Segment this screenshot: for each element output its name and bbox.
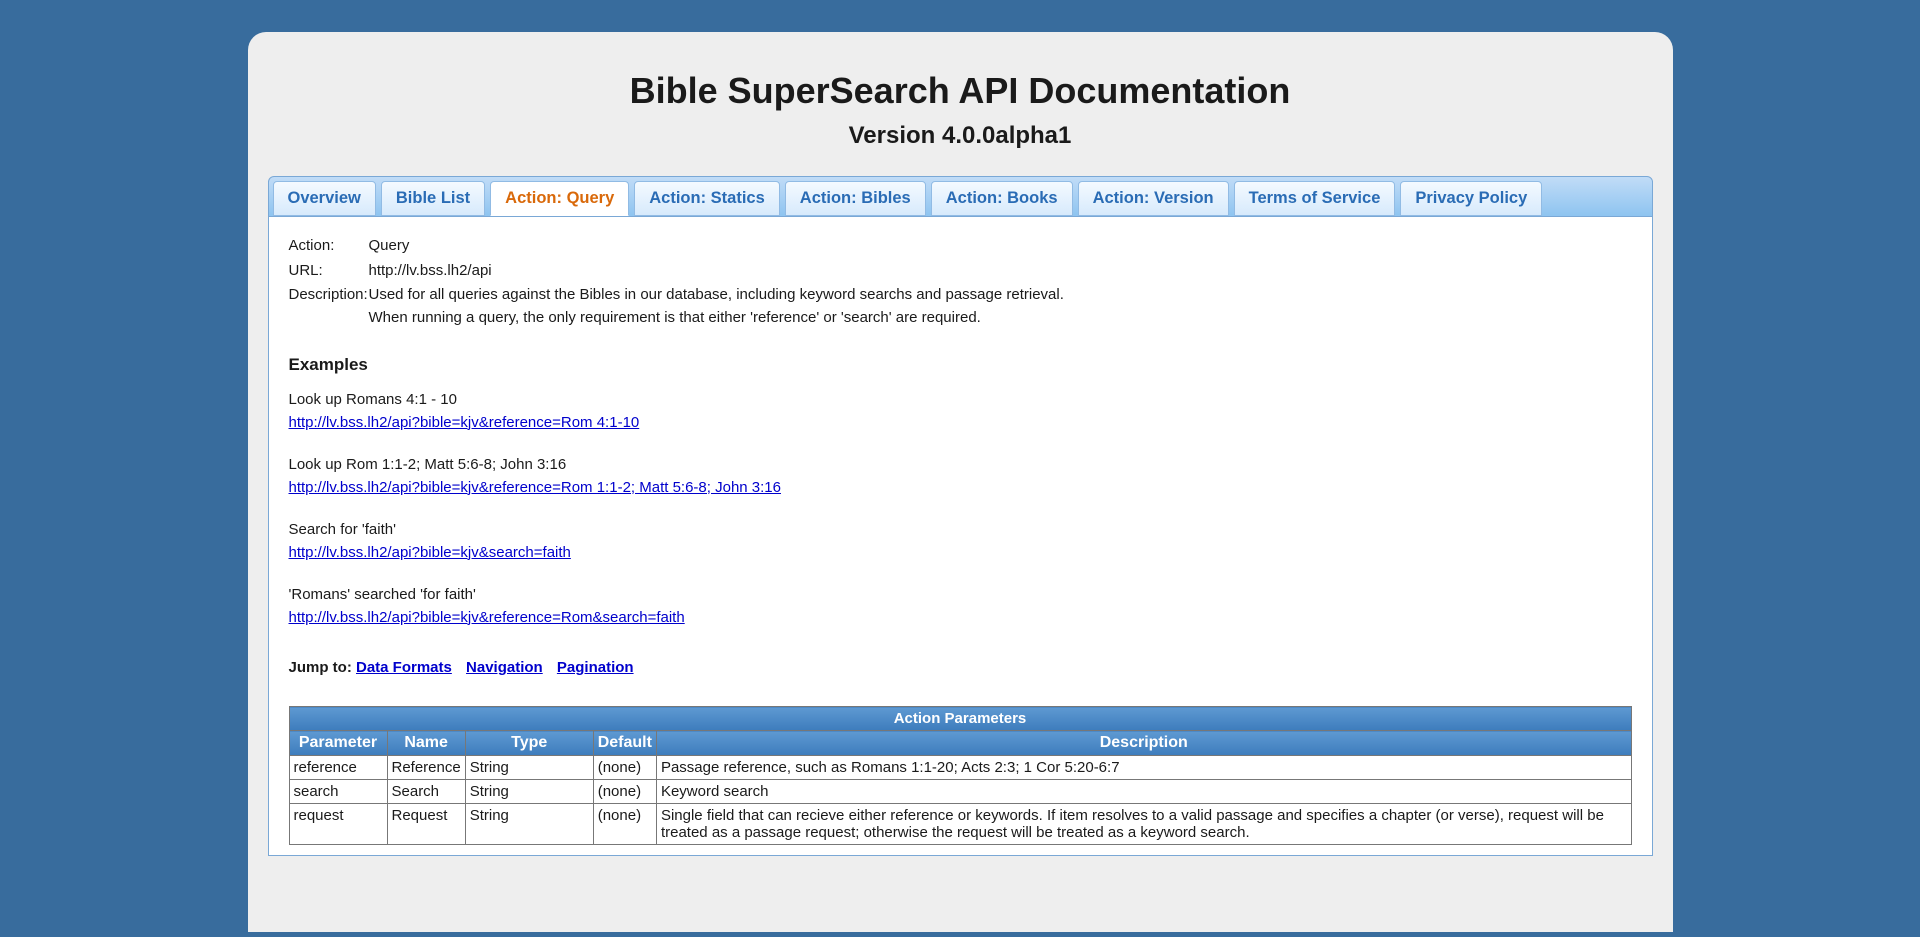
cell-name: Search [387, 780, 465, 804]
page-container: Bible SuperSearch API Documentation Vers… [248, 32, 1673, 932]
jumpto-pagination[interactable]: Pagination [557, 659, 634, 676]
cell-name: Request [387, 804, 465, 845]
example-text: Look up Romans 4:1 - 10 [289, 391, 457, 408]
cell-default: (none) [593, 756, 656, 780]
jumpto-data-formats[interactable]: Data Formats [356, 659, 452, 676]
tab-action-version[interactable]: Action: Version [1078, 181, 1229, 216]
col-name: Name [387, 731, 465, 756]
content-panel: Action: Query URL: http://lv.bss.lh2/api… [268, 217, 1653, 856]
tab-terms[interactable]: Terms of Service [1234, 181, 1396, 216]
col-description: Description [656, 731, 1631, 756]
example-link[interactable]: http://lv.bss.lh2/api?bible=kjv&search=f… [289, 544, 571, 561]
jumpto-navigation[interactable]: Navigation [466, 659, 543, 676]
example-link[interactable]: http://lv.bss.lh2/api?bible=kjv&referenc… [289, 414, 640, 431]
page-title: Bible SuperSearch API Documentation [248, 70, 1673, 112]
cell-param: search [289, 780, 387, 804]
col-parameter: Parameter [289, 731, 387, 756]
info-action-row: Action: Query [289, 235, 1632, 258]
example-text: Search for 'faith' [289, 521, 396, 538]
info-url-label: URL: [289, 260, 369, 283]
jumpto-label: Jump to: [289, 659, 357, 676]
table-row: search Search String (none) Keyword sear… [289, 780, 1631, 804]
info-desc-row: Description: Used for all queries agains… [289, 284, 1632, 329]
info-url-value: http://lv.bss.lh2/api [369, 260, 1632, 283]
tab-bible-list[interactable]: Bible List [381, 181, 485, 216]
tab-privacy[interactable]: Privacy Policy [1400, 181, 1542, 216]
tab-action-books[interactable]: Action: Books [931, 181, 1073, 216]
info-action-value: Query [369, 235, 1632, 258]
col-default: Default [593, 731, 656, 756]
table-title: Action Parameters [289, 707, 1631, 731]
cell-name: Reference [387, 756, 465, 780]
desc-line1: Used for all queries against the Bibles … [369, 286, 1064, 303]
example-text: 'Romans' searched 'for faith' [289, 586, 476, 603]
tab-action-query[interactable]: Action: Query [490, 181, 629, 216]
col-type: Type [465, 731, 593, 756]
example-3: Search for 'faith' http://lv.bss.lh2/api… [289, 519, 1632, 564]
tab-overview[interactable]: Overview [273, 181, 376, 216]
tab-action-statics[interactable]: Action: Statics [634, 181, 780, 216]
info-desc-value: Used for all queries against the Bibles … [369, 284, 1632, 329]
table-header-row: Parameter Name Type Default Description [289, 731, 1631, 756]
examples-heading: Examples [289, 355, 1632, 375]
table-row: request Request String (none) Single fie… [289, 804, 1631, 845]
cell-type: String [465, 804, 593, 845]
cell-desc: Keyword search [656, 780, 1631, 804]
cell-type: String [465, 756, 593, 780]
example-link[interactable]: http://lv.bss.lh2/api?bible=kjv&referenc… [289, 479, 782, 496]
action-parameters-table: Action Parameters Parameter Name Type De… [289, 706, 1632, 845]
example-2: Look up Rom 1:1-2; Matt 5:6-8; John 3:16… [289, 454, 1632, 499]
info-action-label: Action: [289, 235, 369, 258]
cell-param: request [289, 804, 387, 845]
table-title-row: Action Parameters [289, 707, 1631, 731]
info-url-row: URL: http://lv.bss.lh2/api [289, 260, 1632, 283]
example-4: 'Romans' searched 'for faith' http://lv.… [289, 584, 1632, 629]
table-row: reference Reference String (none) Passag… [289, 756, 1631, 780]
tabs-container: Overview Bible List Action: Query Action… [273, 181, 1648, 216]
tab-action-bibles[interactable]: Action: Bibles [785, 181, 926, 216]
example-1: Look up Romans 4:1 - 10 http://lv.bss.lh… [289, 389, 1632, 434]
desc-line2: When running a query, the only requireme… [369, 309, 981, 326]
cell-default: (none) [593, 780, 656, 804]
cell-desc: Passage reference, such as Romans 1:1-20… [656, 756, 1631, 780]
example-link[interactable]: http://lv.bss.lh2/api?bible=kjv&referenc… [289, 609, 685, 626]
version-subtitle: Version 4.0.0alpha1 [248, 122, 1673, 150]
info-desc-label: Description: [289, 284, 369, 329]
cell-desc: Single field that can recieve either ref… [656, 804, 1631, 845]
cell-param: reference [289, 756, 387, 780]
cell-type: String [465, 780, 593, 804]
example-text: Look up Rom 1:1-2; Matt 5:6-8; John 3:16 [289, 456, 567, 473]
cell-default: (none) [593, 804, 656, 845]
jump-to-section: Jump to: Data Formats Navigation Paginat… [289, 659, 1632, 676]
tab-bar: Overview Bible List Action: Query Action… [268, 176, 1653, 217]
